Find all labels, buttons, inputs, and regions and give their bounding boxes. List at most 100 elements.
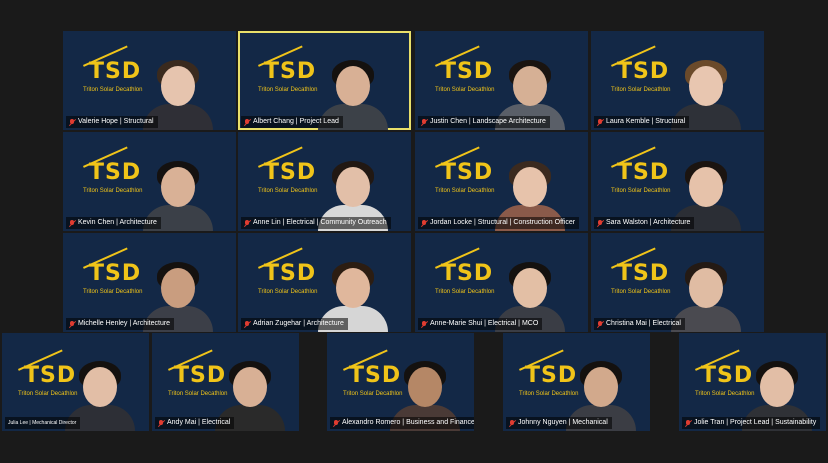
participant-tile[interactable]: TSD Triton Solar Decathlon Anne Lin | Elec… [238, 132, 411, 231]
muted-mic-icon [421, 118, 427, 126]
participant-face [160, 66, 195, 106]
participant-tile[interactable]: TSD Triton Solar Decathlon Anne-Marie Shui… [415, 233, 588, 332]
muted-mic-icon [69, 320, 75, 328]
logo-letters: TSD [89, 261, 142, 286]
participant-tile[interactable]: TSD Triton Solar Decathlon Adrian Zugehar … [238, 233, 411, 332]
participant-tile[interactable]: TSD Triton Solar Decathlon Valerie Hope | … [63, 31, 236, 130]
participant-name: Justin Chen | Landscape Architecture [430, 118, 546, 125]
logo-letters: TSD [89, 59, 142, 84]
participant-name-label: Michelle Henley | Architecture [66, 318, 175, 330]
logo-tagline: Triton Solar Decathlon [83, 289, 143, 295]
logo-letters: TSD [617, 59, 670, 84]
logo-letters: TSD [89, 160, 142, 185]
participant-tile[interactable]: TSD Triton Solar Decathlon Jolie Tran | Pr… [679, 333, 826, 431]
muted-mic-icon [597, 219, 603, 227]
participant-face [160, 268, 195, 308]
participant-name-label: Adrian Zugehar | Architecture [241, 318, 348, 330]
logo-letters: TSD [617, 261, 670, 286]
participant-tile[interactable]: TSD Triton Solar Decathlon Andy Mai | Elec… [152, 333, 299, 431]
participant-face [407, 367, 442, 407]
participant-face [335, 66, 370, 106]
participant-name-label: Anne-Marie Shui | Electrical | MCO [418, 318, 543, 330]
muted-mic-icon [244, 320, 250, 328]
muted-mic-icon [597, 320, 603, 328]
participant-name-label: Alexandro Romero | Business and Finance … [330, 417, 474, 429]
participant-name: Adrian Zugehar | Architecture [253, 320, 344, 327]
participant-name: Alexandro Romero | Business and Finance … [342, 419, 474, 426]
participant-face [512, 66, 547, 106]
muted-mic-icon [69, 219, 75, 227]
logo-tagline: Triton Solar Decathlon [258, 289, 318, 295]
participant-name-label: Christina Mai | Electrical [594, 318, 685, 330]
logo-tagline: Triton Solar Decathlon [258, 87, 318, 93]
participant-name-label: Laura Kemble | Structural [594, 116, 690, 128]
muted-mic-icon [597, 118, 603, 126]
participant-name: Christina Mai | Electrical [606, 320, 681, 327]
participant-name-label: Jordan Locke | Structural | Construction… [418, 217, 580, 229]
participant-tile[interactable]: TSD Triton Solar Decathlon Johnny Nguyen |… [503, 333, 650, 431]
participant-name: Anne Lin | Electrical | Community Outrea… [253, 219, 387, 226]
logo-tagline: Triton Solar Decathlon [611, 188, 671, 194]
participant-name: Anne-Marie Shui | Electrical | MCO [430, 320, 539, 327]
participant-name-label: Anne Lin | Electrical | Community Outrea… [241, 217, 391, 229]
participant-tile[interactable]: TSD Triton Solar Decathlon Alexandro Romer… [327, 333, 474, 431]
participant-name: Johnny Nguyen | Mechanical [518, 419, 608, 426]
participant-name: Sara Walston | Architecture [606, 219, 691, 226]
logo-tagline: Triton Solar Decathlon [435, 188, 495, 194]
logo-letters: TSD [617, 160, 670, 185]
participant-face [512, 167, 547, 207]
participant-face [160, 167, 195, 207]
participant-name-label: Julia Lee | Mechanical Director [5, 417, 81, 429]
logo-tagline: Triton Solar Decathlon [611, 289, 671, 295]
participant-name-label: Johnny Nguyen | Mechanical [506, 417, 612, 429]
participant-name-label: Albert Chang | Project Lead [241, 116, 343, 128]
participant-face [759, 367, 794, 407]
participant-name: Kevin Chen | Architecture [78, 219, 157, 226]
muted-mic-icon [421, 219, 427, 227]
logo-tagline: Triton Solar Decathlon [611, 87, 671, 93]
logo-letters: TSD [264, 59, 317, 84]
participant-name: Laura Kemble | Structural [606, 118, 686, 125]
participant-name-label: Kevin Chen | Architecture [66, 217, 161, 229]
participant-face [232, 367, 267, 407]
participant-name-label: Jolie Tran | Project Lead | Sustainabili… [682, 417, 821, 429]
participant-face [82, 367, 117, 407]
participant-name: Julia Lee | Mechanical Director [8, 420, 77, 426]
participant-tile[interactable]: TSD Triton Solar Decathlon Kevin Chen | Ar… [63, 132, 236, 231]
participant-name-label: Andy Mai | Electrical [155, 417, 235, 429]
logo-tagline: Triton Solar Decathlon [83, 188, 143, 194]
participant-tile[interactable]: TSD Triton Solar Decathlon Albert Chang | … [238, 31, 411, 130]
logo-tagline: Triton Solar Decathlon [435, 87, 495, 93]
participant-tile[interactable]: TSD Triton Solar Decathlon Sara Walston | … [591, 132, 764, 231]
logo-tagline: Triton Solar Decathlon [83, 87, 143, 93]
participant-tile[interactable]: TSD Triton Solar Decathlon Jordan Locke | … [415, 132, 588, 231]
participant-name: Albert Chang | Project Lead [253, 118, 339, 125]
logo-letters: TSD [264, 160, 317, 185]
participant-face [583, 367, 618, 407]
logo-tagline: Triton Solar Decathlon [258, 188, 318, 194]
participant-face [688, 268, 723, 308]
participant-name: Michelle Henley | Architecture [78, 320, 171, 327]
muted-mic-icon [509, 419, 515, 427]
logo-tagline: Triton Solar Decathlon [435, 289, 495, 295]
logo-letters: TSD [264, 261, 317, 286]
participant-tile[interactable]: TSD Triton Solar Decathlon Julia Lee | Mec… [2, 333, 149, 431]
muted-mic-icon [244, 219, 250, 227]
logo-letters: TSD [441, 261, 494, 286]
participant-name: Andy Mai | Electrical [167, 419, 231, 426]
muted-mic-icon [158, 419, 164, 427]
participant-tile[interactable]: TSD Triton Solar Decathlon Michelle Henley… [63, 233, 236, 332]
participant-tile[interactable]: TSD Triton Solar Decathlon Justin Chen | L… [415, 31, 588, 130]
logo-letters: TSD [441, 59, 494, 84]
participant-tile[interactable]: TSD Triton Solar Decathlon Laura Kemble | … [591, 31, 764, 130]
muted-mic-icon [333, 419, 339, 427]
muted-mic-icon [685, 419, 691, 427]
participant-name: Jolie Tran | Project Lead | Sustainabili… [694, 419, 817, 426]
participant-face [335, 268, 370, 308]
participant-name-label: Sara Walston | Architecture [594, 217, 695, 229]
participant-name: Jordan Locke | Structural | Construction… [430, 219, 576, 226]
participant-tile[interactable]: TSD Triton Solar Decathlon Christina Mai |… [591, 233, 764, 332]
muted-mic-icon [421, 320, 427, 328]
logo-letters: TSD [441, 160, 494, 185]
participant-name-label: Valerie Hope | Structural [66, 116, 158, 128]
